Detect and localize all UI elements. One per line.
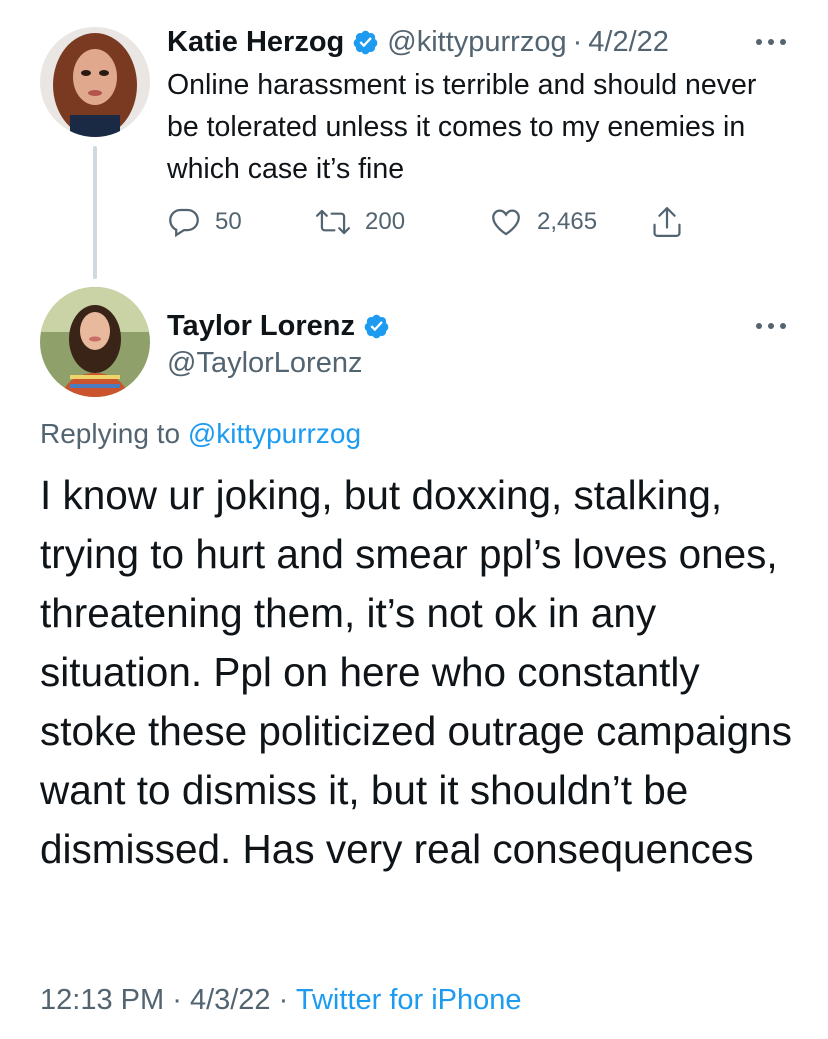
tweet1-handle[interactable]: @kittypurrzog	[387, 26, 566, 59]
retweet-button[interactable]: 200	[315, 200, 405, 244]
tweet2-source-link[interactable]: Twitter for iPhone	[296, 984, 522, 1016]
avatar-taylor-lorenz[interactable]	[40, 287, 150, 397]
replying-to-label: Replying to	[40, 418, 181, 449]
tweet1-separator: ·	[572, 25, 583, 58]
share-icon	[653, 207, 681, 237]
tweet2-text: I know ur joking, but doxxing, stalking,…	[40, 472, 792, 872]
like-button[interactable]: 2,465	[489, 200, 597, 244]
tweet1-author-name[interactable]: Katie Herzog	[167, 26, 344, 59]
tweet1-date[interactable]: 4/2/22	[588, 26, 669, 59]
like-count: 2,465	[537, 208, 598, 235]
tweet2-metadata: 12:13 PM · 4/3/22 · Twitter for iPhone	[40, 984, 522, 1017]
tweet2-header: Taylor Lorenz	[167, 305, 398, 347]
more-options-icon[interactable]	[753, 32, 789, 52]
verified-badge-icon	[352, 29, 379, 56]
tweet2-time[interactable]: 12:13 PM	[40, 984, 164, 1016]
reply-button[interactable]: 50	[167, 200, 242, 244]
verified-badge-icon	[363, 313, 390, 340]
tweet1-header: Katie Herzog @kittypurrzog · 4/2/22	[167, 22, 669, 62]
more-options-icon[interactable]	[753, 316, 789, 336]
tweet2-author-name[interactable]: Taylor Lorenz	[167, 310, 355, 343]
like-icon	[492, 209, 520, 236]
tweet2-handle[interactable]: @TaylorLorenz	[167, 347, 362, 380]
share-button[interactable]	[650, 200, 684, 244]
meta-separator: ·	[278, 984, 289, 1016]
tweet2-date[interactable]: 4/3/22	[190, 984, 271, 1016]
retweet-icon	[315, 209, 351, 235]
meta-separator: ·	[172, 984, 182, 1016]
avatar-katie-herzog[interactable]	[40, 27, 150, 137]
reply-count: 50	[215, 208, 242, 235]
reply-icon	[169, 208, 199, 238]
tweet1-text: Online harassment is terrible and should…	[167, 69, 757, 185]
thread-connector-line	[93, 146, 97, 279]
replying-to-link[interactable]: @kittypurrzog	[188, 418, 361, 449]
replying-to-line: Replying to @kittypurrzog	[40, 418, 361, 450]
retweet-count: 200	[365, 208, 406, 235]
